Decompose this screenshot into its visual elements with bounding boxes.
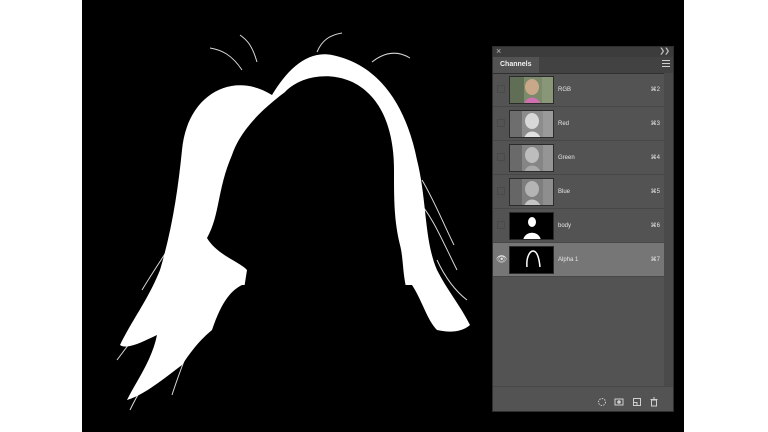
visibility-toggle-icon[interactable]	[496, 152, 506, 162]
visibility-toggle-icon[interactable]	[496, 84, 506, 94]
visibility-toggle-icon[interactable]	[496, 186, 506, 196]
channel-name: Blue	[558, 189, 571, 195]
load-selection-icon[interactable]	[597, 394, 607, 406]
channel-shortcut: ⌘5	[650, 189, 660, 195]
channel-thumbnail-alpha-1	[509, 246, 554, 274]
trash-icon[interactable]	[649, 394, 659, 407]
channels-panel: × ❯❯ Channels RGB ⌘2 Red ⌘3 Green ⌘4 Blu…	[492, 46, 674, 412]
channel-thumbnail-blue	[509, 178, 554, 206]
channel-row-blue[interactable]: Blue ⌘5	[493, 175, 665, 209]
channel-thumbnail-red	[509, 110, 554, 138]
channel-name: Green	[558, 155, 575, 161]
channel-thumbnail-green	[509, 144, 554, 172]
eye-icon[interactable]: 👁	[496, 254, 507, 264]
channel-name: body	[558, 223, 572, 229]
channel-shortcut: ⌘7	[650, 257, 660, 263]
close-icon[interactable]: ×	[496, 45, 501, 57]
channel-list: RGB ⌘2 Red ⌘3 Green ⌘4 Blue ⌘5 body ⌘6 👁…	[493, 73, 665, 277]
new-channel-icon[interactable]	[632, 394, 642, 406]
channel-shortcut: ⌘3	[650, 121, 660, 127]
channel-thumbnail-rgb	[509, 76, 554, 104]
channel-name: Alpha 1	[558, 257, 579, 263]
channel-thumbnail-body	[509, 212, 554, 240]
panel-menu-icon[interactable]	[662, 60, 670, 69]
scrollbar[interactable]	[664, 73, 673, 387]
channel-shortcut: ⌘2	[650, 87, 660, 93]
visibility-toggle-icon[interactable]	[496, 220, 506, 230]
channel-name: Red	[558, 121, 570, 127]
channel-row-rgb[interactable]: RGB ⌘2	[493, 73, 665, 107]
channel-shortcut: ⌘4	[650, 155, 660, 161]
channel-row-body[interactable]: body ⌘6	[493, 209, 665, 243]
tab-channels[interactable]: Channels	[493, 57, 539, 73]
channel-shortcut: ⌘6	[650, 223, 660, 229]
channel-row-red[interactable]: Red ⌘3	[493, 107, 665, 141]
panel-tab-bar: Channels	[493, 57, 673, 74]
save-selection-icon[interactable]	[614, 394, 624, 406]
channel-row-alpha-1[interactable]: 👁 Alpha 1 ⌘7	[493, 243, 665, 277]
channel-row-green[interactable]: Green ⌘4	[493, 141, 665, 175]
panel-footer	[493, 386, 673, 411]
visibility-toggle-icon[interactable]	[496, 118, 506, 128]
channel-name: RGB	[558, 87, 572, 93]
panel-title-bar: × ❯❯	[493, 45, 673, 57]
